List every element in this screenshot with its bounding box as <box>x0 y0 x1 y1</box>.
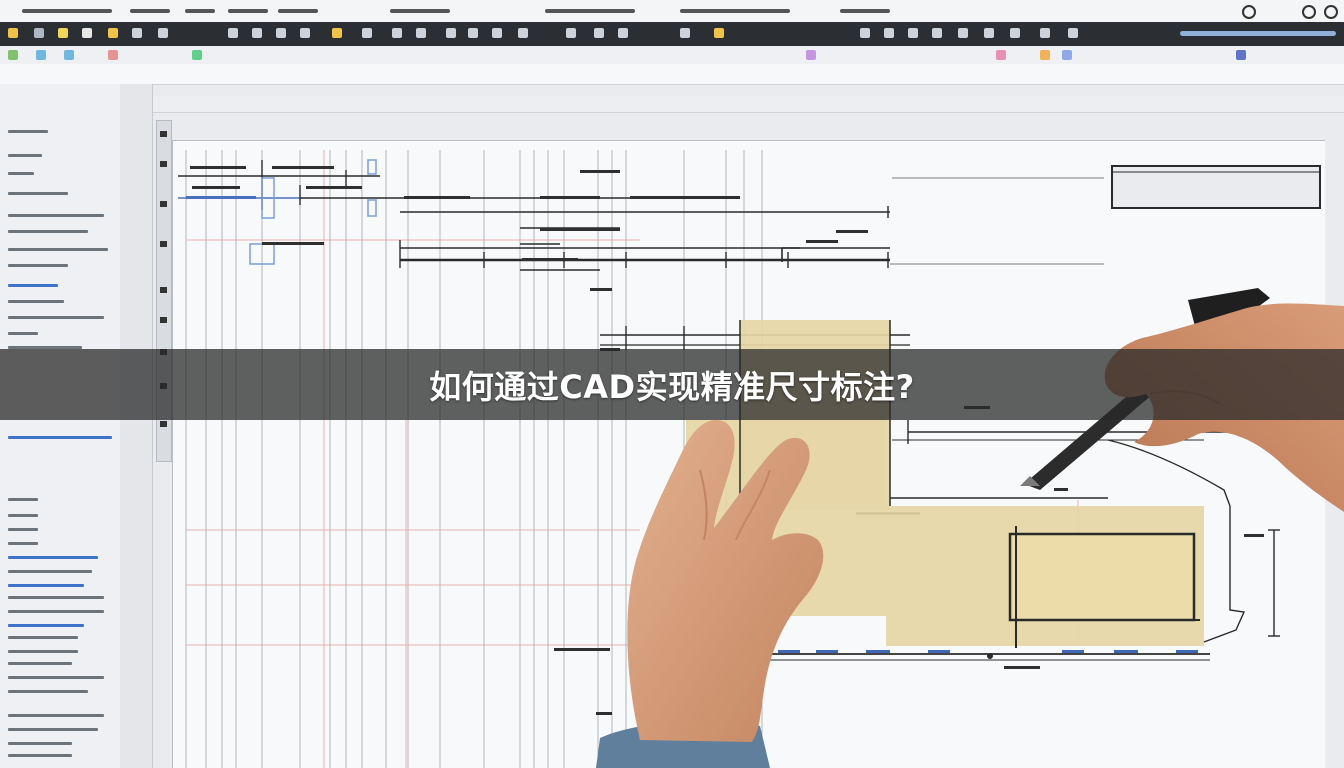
title-block-frame <box>1111 165 1321 209</box>
title-banner: 如何通过CAD实现精准尺寸标注? <box>0 349 1344 420</box>
banner-title: 如何通过CAD实现精准尺寸标注? <box>429 367 915 406</box>
left-hand <box>596 420 824 768</box>
blue-dimension-labels <box>778 650 1198 653</box>
cad-photo-scene: 如何通过CAD实现精准尺寸标注? <box>0 0 1344 768</box>
dimension-chains <box>178 175 1104 346</box>
